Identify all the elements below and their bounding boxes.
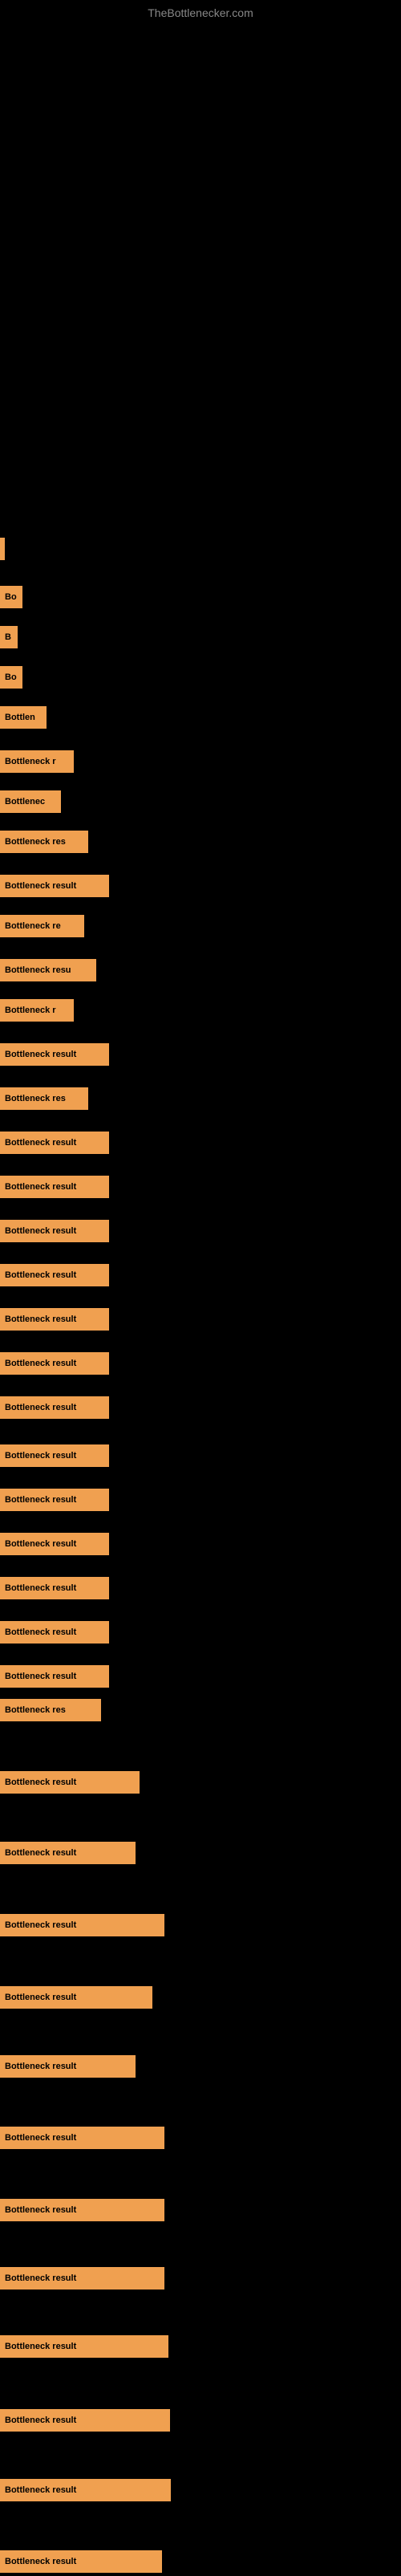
bar-row: Bottleneck result bbox=[0, 1489, 401, 1514]
bottleneck-bar: Bottleneck result bbox=[0, 1489, 109, 1511]
bottleneck-bar: Bottleneck result bbox=[0, 1043, 109, 1066]
bottleneck-bar: Bottleneck result bbox=[0, 1396, 109, 1419]
bottleneck-bar: Bo bbox=[0, 586, 22, 608]
bottleneck-bar: Bottleneck result bbox=[0, 1176, 109, 1198]
bar-row: Bottleneck result bbox=[0, 1220, 401, 1245]
bar-row bbox=[0, 538, 401, 563]
bar-row: Bottleneck result bbox=[0, 1986, 401, 2012]
bottleneck-bar: Bottleneck result bbox=[0, 2127, 164, 2149]
bar-row: Bottleneck r bbox=[0, 750, 401, 776]
bottleneck-bar: Bottleneck result bbox=[0, 1842, 136, 1864]
bottleneck-bar: Bottleneck result bbox=[0, 2335, 168, 2358]
bottleneck-bar: Bottleneck re bbox=[0, 915, 84, 937]
bar-row: Bottleneck result bbox=[0, 1842, 401, 1867]
bottleneck-bar: B bbox=[0, 626, 18, 648]
bar-row: Bottleneck result bbox=[0, 1352, 401, 1378]
bottleneck-bar: Bottleneck result bbox=[0, 1352, 109, 1375]
bar-row: Bottleneck result bbox=[0, 2267, 401, 2293]
bottleneck-bar: Bottleneck result bbox=[0, 2550, 162, 2573]
bottleneck-bar: Bottleneck res bbox=[0, 1087, 88, 1110]
bottleneck-bar: Bottleneck result bbox=[0, 1444, 109, 1467]
bottleneck-bar: Bottleneck result bbox=[0, 2409, 170, 2432]
bottleneck-bar: Bottleneck result bbox=[0, 1577, 109, 1599]
bottleneck-bar: Bottleneck result bbox=[0, 1986, 152, 2009]
bar-row: Bottleneck result bbox=[0, 875, 401, 900]
bottleneck-bar: Bottleneck res bbox=[0, 831, 88, 853]
bar-row: Bottleneck result bbox=[0, 2199, 401, 2225]
bar-row: Bottleneck result bbox=[0, 1176, 401, 1201]
bar-row: Bottleneck result bbox=[0, 1308, 401, 1334]
bottleneck-bar: Bottleneck resu bbox=[0, 959, 96, 981]
bar-row: Bottleneck result bbox=[0, 1914, 401, 1940]
bar-row: Bottleneck re bbox=[0, 915, 401, 941]
bottleneck-bar bbox=[0, 538, 5, 560]
bar-row: Bottleneck result bbox=[0, 2055, 401, 2081]
bar-row: Bottleneck result bbox=[0, 1577, 401, 1603]
bar-row: Bottleneck res bbox=[0, 1699, 401, 1725]
bar-row: Bottleneck res bbox=[0, 1087, 401, 1113]
bottleneck-bar: Bottlenec bbox=[0, 790, 61, 813]
bar-row: Bottleneck r bbox=[0, 999, 401, 1025]
bar-row: Bottleneck result bbox=[0, 1264, 401, 1290]
bottleneck-bar: Bottlen bbox=[0, 706, 47, 729]
bar-row: Bottleneck result bbox=[0, 1396, 401, 1422]
bar-row: Bottleneck result bbox=[0, 2127, 401, 2152]
bar-row: Bottleneck result bbox=[0, 1444, 401, 1470]
bar-row: Bottleneck result bbox=[0, 2335, 401, 2361]
bottleneck-bar: Bottleneck result bbox=[0, 1264, 109, 1286]
bottleneck-bar: Bottleneck result bbox=[0, 1220, 109, 1242]
bottleneck-bar: Bottleneck result bbox=[0, 875, 109, 897]
bottleneck-bar: Bottleneck r bbox=[0, 999, 74, 1022]
bottleneck-bar: Bottleneck result bbox=[0, 1533, 109, 1555]
site-title: TheBottlenecker.com bbox=[148, 6, 253, 19]
bar-row: B bbox=[0, 626, 401, 652]
bottleneck-bar: Bottleneck result bbox=[0, 1132, 109, 1154]
bar-row: Bottlenec bbox=[0, 790, 401, 816]
bar-row: Bottleneck result bbox=[0, 1533, 401, 1558]
bar-row: Bottleneck result bbox=[0, 1132, 401, 1157]
bottleneck-bar: Bottleneck result bbox=[0, 2479, 171, 2501]
bar-row: Bottleneck result bbox=[0, 1665, 401, 1691]
bottleneck-bar: Bottleneck result bbox=[0, 1771, 140, 1794]
bar-row: Bottleneck result bbox=[0, 2409, 401, 2435]
bottleneck-bar: Bottleneck result bbox=[0, 2199, 164, 2221]
bottleneck-bar: Bottleneck r bbox=[0, 750, 74, 773]
bar-row: Bottlen bbox=[0, 706, 401, 732]
bottleneck-bar: Bottleneck result bbox=[0, 1914, 164, 1936]
bottleneck-bar: Bottleneck result bbox=[0, 2267, 164, 2290]
bottleneck-bar: Bo bbox=[0, 666, 22, 689]
bottleneck-bar: Bottleneck result bbox=[0, 1308, 109, 1331]
bottleneck-bar: Bottleneck res bbox=[0, 1699, 101, 1721]
bottleneck-bar: Bottleneck result bbox=[0, 2055, 136, 2078]
bar-row: Bo bbox=[0, 586, 401, 611]
bar-row: Bo bbox=[0, 666, 401, 692]
bar-row: Bottleneck result bbox=[0, 2550, 401, 2576]
bottleneck-bar: Bottleneck result bbox=[0, 1621, 109, 1644]
bar-row: Bottleneck res bbox=[0, 831, 401, 856]
bottleneck-bar: Bottleneck result bbox=[0, 1665, 109, 1688]
bar-row: Bottleneck resu bbox=[0, 959, 401, 985]
bar-row: Bottleneck result bbox=[0, 1771, 401, 1797]
bar-row: Bottleneck result bbox=[0, 1621, 401, 1647]
bar-row: Bottleneck result bbox=[0, 1043, 401, 1069]
bar-row: Bottleneck result bbox=[0, 2479, 401, 2505]
